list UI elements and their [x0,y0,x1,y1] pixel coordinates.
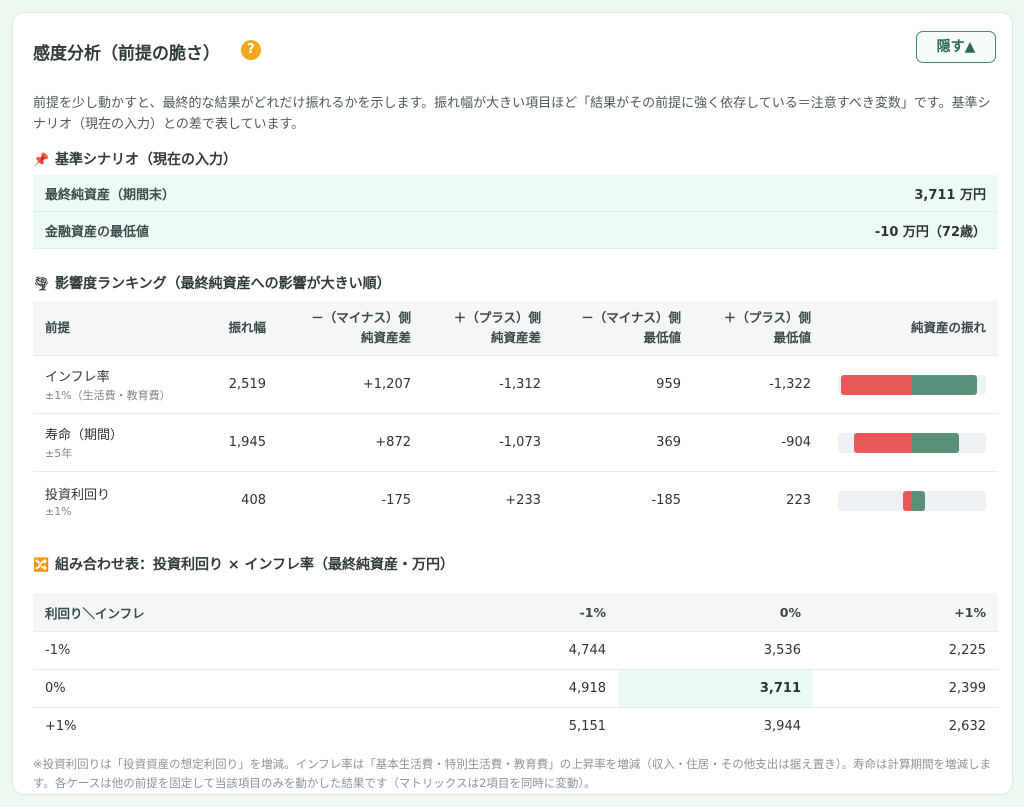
swing-bar-negative [902,490,912,511]
ranking-section-title: 🌪 影響度ランキング（最終純資産への影響が大きい順） [33,273,391,293]
sensitivity-card: 感度分析（前提の脆さ） ? 隠す▲ 前提を少し動かすと、最終的な結果がどれだけ振… [12,12,1013,795]
card-header: 感度分析（前提の脆さ） ? 隠す▲ [33,31,996,67]
combo-col: +1% [813,593,998,632]
combo-col: 0% [618,593,813,632]
base-title-label: 基準シナリオ（現在の入力） [55,152,237,168]
combo-cell: 4,918 [333,669,618,708]
base-section-title: 📌 基準シナリオ（現在の入力） [33,149,237,169]
col-minus-diff: －（マイナス）側 純資産差 [278,301,423,356]
combo-cell: 3,536 [618,631,813,670]
premise-sub: ±1%（生活費・教育費） [45,389,171,402]
col-plus-low: ＋（プラス）側 最低値 [693,301,823,356]
base-scenario-table: 最終純資産（期間末） 3,711 万円 金融資産の最低値 -10 万円（72歳） [33,175,998,249]
page-title: 感度分析（前提の脆さ） [33,44,220,64]
table-row: +1% 5,151 3,944 2,632 [33,707,998,745]
combination-table: 利回り＼インフレ -1% 0% +1% -1% 4,744 3,536 2,22… [33,593,998,745]
table-row: 投資利回り ±1% 408 -175 +233 -185 223 [33,471,998,529]
premise-sub: ±1% [45,504,72,518]
table-header-row: 前提 振れ幅 －（マイナス）側 純資産差 ＋（プラス）側 純資産差 －（マイナス）側… [33,301,998,356]
combo-title-label: 組み合わせ表：投資利回り × インフレ率（最終純資産・万円） [55,557,455,573]
swing-cell [823,413,998,472]
combo-corner: 利回り＼インフレ [33,593,333,632]
swing-bar-positive [912,490,925,511]
combo-cell: 2,399 [813,669,998,708]
base-row: 最終純資産（期間末） 3,711 万円 [33,175,998,212]
swing-cell [823,355,998,414]
description-text: 前提を少し動かすと、最終的な結果がどれだけ振れるかを示します。振れ幅が大きい項目… [33,96,991,132]
premise-name: インフレ率 [45,370,110,385]
table-header-row: 利回り＼インフレ -1% 0% +1% [33,593,998,632]
impact-ranking-table: 前提 振れ幅 －（マイナス）側 純資産差 ＋（プラス）側 純資産差 －（マイナス）側… [33,301,998,529]
minus-diff-cell: +1,207 [278,355,423,414]
combo-section-title: 🔀 組み合わせ表：投資利回り × インフレ率（最終純資産・万円） [33,554,454,574]
table-row: 0% 4,918 3,711 2,399 [33,669,998,708]
swing-bar-negative [841,374,912,395]
premise-cell: 投資利回り ±1% [33,471,193,529]
col-minus-low: －（マイナス）側 最低値 [553,301,693,356]
premise-cell: インフレ率 ±1%（生活費・教育費） [33,355,193,414]
combo-cell: 3,944 [618,707,813,745]
table-row: -1% 4,744 3,536 2,225 [33,631,998,670]
swing-bar-positive [912,432,959,453]
minus-low-cell: 959 [553,355,693,414]
base-row-label: 最終純資産（期間末） [45,187,176,203]
premise-name: 投資利回り [45,487,111,503]
range-cell: 408 [193,471,278,529]
swing-bar-negative [854,432,912,453]
minus-low-cell: -185 [553,471,693,529]
swing-bar [838,490,986,511]
footnote: ※投資利回りは「投資資産の想定利回り」を増減。インフレ率は「基本生活費・特別生活… [33,757,992,790]
plus-diff-cell: -1,312 [423,355,553,414]
premise-cell: 寿命（期間） ±5年 [33,413,193,472]
minus-diff-cell: +872 [278,413,423,472]
swing-bar [838,374,986,395]
combo-row-label: -1% [33,631,333,670]
combo-cell-base: 3,711 [618,669,813,708]
col-premise: 前提 [33,301,193,356]
range-cell: 1,945 [193,413,278,472]
combo-row-label: 0% [33,669,333,708]
table-row: インフレ率 ±1%（生活費・教育費） 2,519 +1,207 -1,312 95… [33,355,998,414]
swing-cell [823,471,998,529]
base-row-value: -10 万円（72歳） [874,224,986,240]
combo-cell: 4,744 [333,631,618,670]
plus-diff-cell: -1,073 [423,413,553,472]
premise-sub: ±5年 [45,447,73,460]
combo-cell: 2,632 [813,707,998,745]
ranking-title-label: 影響度ランキング（最終純資産への影響が大きい順） [55,276,391,292]
plus-low-cell: -1,322 [693,355,823,414]
table-row: 寿命（期間） ±5年 1,945 +872 -1,073 369 -904 [33,413,998,472]
combo-col: -1% [333,593,618,632]
base-row-label: 金融資産の最低値 [45,224,150,240]
help-icon[interactable]: ? [241,40,261,60]
hide-button[interactable]: 隠す▲ [916,31,996,63]
swing-bar [838,432,986,453]
tornado-icon: 🌪 [33,277,50,292]
premise-name: 寿命（期間） [45,428,124,443]
minus-low-cell: 369 [553,413,693,472]
plus-low-cell: 223 [693,471,823,529]
plus-low-cell: -904 [693,413,823,472]
pin-icon: 📌 [33,153,50,168]
range-cell: 2,519 [193,355,278,414]
shuffle-icon: 🔀 [33,558,50,573]
base-row-value: 3,711 万円 [914,187,986,203]
plus-diff-cell: +233 [423,471,553,529]
col-plus-diff: ＋（プラス）側 純資産差 [423,301,553,356]
base-row: 金融資産の最低値 -10 万円（72歳） [33,212,998,249]
minus-diff-cell: -175 [278,471,423,529]
col-swing: 純資産の振れ [823,301,998,356]
col-range: 振れ幅 [193,301,278,356]
combo-row-label: +1% [33,707,333,745]
combo-cell: 2,225 [813,631,998,670]
combo-cell: 5,151 [333,707,618,745]
swing-bar-positive [912,374,977,395]
